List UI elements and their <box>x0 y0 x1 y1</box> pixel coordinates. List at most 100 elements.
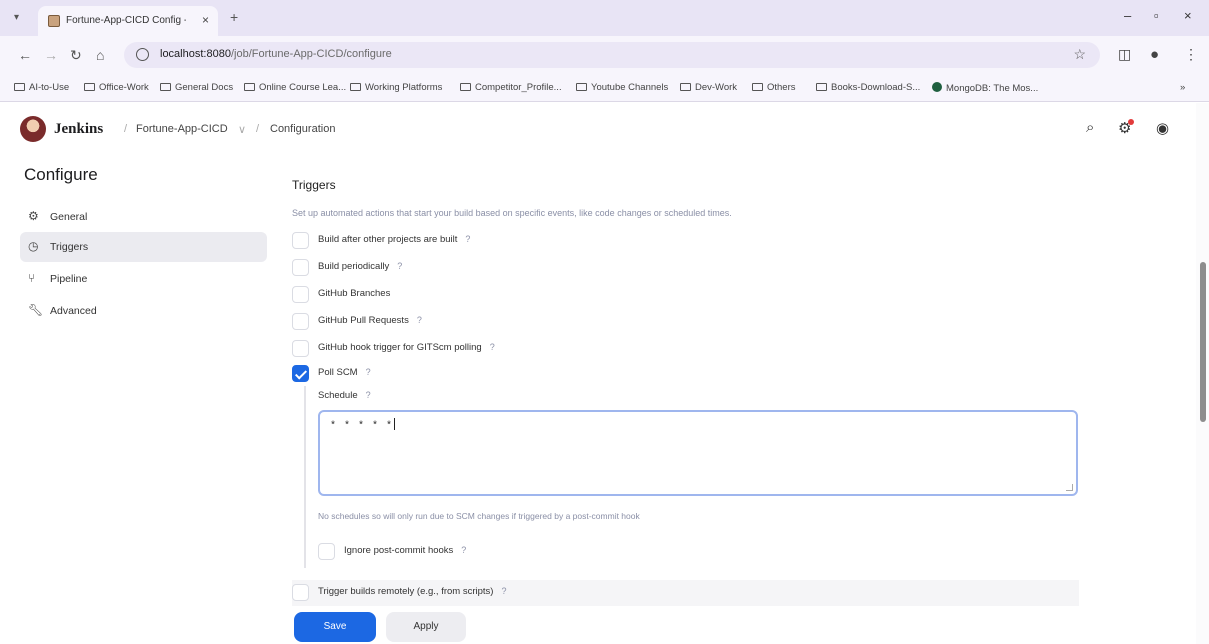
section-description: Set up automated actions that start your… <box>292 208 732 218</box>
bookmark-folder[interactable]: General Docs <box>160 82 233 93</box>
checkbox-checked[interactable] <box>292 365 309 382</box>
schedule-label: Schedule? <box>318 390 371 401</box>
trigger-option-label: Build after other projects are built <box>318 234 458 245</box>
sidebar-item-pipeline[interactable]: ⑂ Pipeline <box>20 264 267 294</box>
section-title: Triggers <box>292 178 336 192</box>
folder-icon <box>460 83 471 91</box>
help-icon[interactable]: ? <box>417 315 422 325</box>
bookmark-folder[interactable]: Youtube Channels <box>576 82 668 93</box>
schedule-textarea[interactable]: * * * * * <box>318 410 1078 496</box>
bookmark-folder[interactable]: Online Course Lea... <box>244 82 346 93</box>
sidebar-item-label: Triggers <box>50 241 89 253</box>
folder-icon <box>84 83 95 91</box>
trigger-option-label: GitHub Pull Requests <box>318 315 409 326</box>
checkbox[interactable] <box>318 543 335 560</box>
browser-toolbar: ← → ↻ ⌂ localhost:8080/job/Fortune-App-C… <box>0 36 1209 74</box>
folder-icon <box>816 83 827 91</box>
help-icon[interactable]: ? <box>490 342 495 352</box>
help-icon[interactable]: ? <box>461 545 466 555</box>
gear-icon: ⚙ <box>28 209 39 223</box>
reload-icon[interactable]: ↻ <box>70 47 82 64</box>
breadcrumb-job[interactable]: Fortune-App-CICD <box>136 123 228 135</box>
sidebar-item-label: Advanced <box>50 305 97 317</box>
save-button[interactable]: Save <box>294 612 376 642</box>
wrench-icon: 🔧︎ <box>28 303 44 317</box>
site-info-icon[interactable] <box>136 48 149 61</box>
mongodb-icon <box>932 82 942 92</box>
trigger-option-label: Poll SCM <box>318 367 358 378</box>
help-icon[interactable]: ? <box>501 586 506 596</box>
sidebar-item-advanced[interactable]: 🔧︎ Advanced <box>20 296 267 326</box>
breadcrumb-configuration[interactable]: Configuration <box>270 123 335 135</box>
apply-button[interactable]: Apply <box>386 612 466 642</box>
help-icon[interactable]: ? <box>465 234 470 244</box>
sidebar-item-label: Pipeline <box>50 273 88 285</box>
bookmark-star-icon[interactable]: ☆ <box>1073 46 1086 63</box>
tab-search-icon[interactable]: ▾ <box>14 12 19 23</box>
bookmark-folder[interactable]: Others <box>752 82 796 93</box>
home-icon[interactable]: ⌂ <box>96 47 104 63</box>
folder-icon <box>244 83 255 91</box>
breadcrumb-separator: / <box>124 123 128 135</box>
bookmarks-bar: AI-to-Use Office-Work General Docs Onlin… <box>0 74 1209 102</box>
minimize-icon[interactable]: – <box>1124 8 1131 23</box>
checkbox[interactable] <box>292 286 309 303</box>
help-icon[interactable]: ? <box>366 390 371 400</box>
bookmarks-overflow-icon[interactable]: » <box>1180 82 1185 93</box>
trigger-option-label: Trigger builds remotely (e.g., from scri… <box>318 586 494 597</box>
folder-icon <box>160 83 171 91</box>
close-window-icon[interactable]: × <box>1184 8 1192 23</box>
nested-section-bar <box>304 386 306 568</box>
folder-icon <box>14 83 25 91</box>
extensions-icon[interactable]: ◫ <box>1118 46 1131 63</box>
help-icon[interactable]: ? <box>397 261 402 271</box>
user-account-icon[interactable]: ◉ <box>1156 119 1169 137</box>
clock-icon: ◷ <box>28 239 39 253</box>
schedule-value: * * * * * <box>330 418 396 432</box>
ignore-post-commit-label: Ignore post-commit hooks <box>344 545 454 556</box>
browser-tab[interactable]: Fortune-App-CICD Config - Je × <box>38 6 218 36</box>
profile-icon[interactable]: ● <box>1150 46 1159 63</box>
pipeline-icon: ⑂ <box>28 271 36 285</box>
bookmark-folder[interactable]: Books-Download-S... <box>816 82 920 93</box>
checkbox[interactable] <box>292 584 309 601</box>
chevron-down-icon[interactable]: ∨ <box>238 123 246 136</box>
bookmark-folder[interactable]: AI-to-Use <box>14 82 69 93</box>
page-title: Configure <box>24 165 98 184</box>
folder-icon <box>752 83 763 91</box>
schedule-note: No schedules so will only run due to SCM… <box>318 511 640 521</box>
sidebar-item-triggers[interactable]: ◷ Triggers <box>20 232 267 262</box>
bookmark-folder[interactable]: Dev-Work <box>680 82 737 93</box>
checkbox[interactable] <box>292 232 309 249</box>
checkbox[interactable] <box>292 259 309 276</box>
address-url: localhost:8080/job/Fortune-App-CICD/conf… <box>160 48 392 60</box>
browser-menu-icon[interactable]: ⋮ <box>1184 46 1198 63</box>
address-bar[interactable]: localhost:8080/job/Fortune-App-CICD/conf… <box>124 42 1100 68</box>
checkbox[interactable] <box>292 340 309 357</box>
sidebar-item-label: General <box>50 211 88 223</box>
checkbox[interactable] <box>292 313 309 330</box>
forward-icon[interactable]: → <box>44 47 58 63</box>
bookmark-folder[interactable]: Working Platforms <box>350 82 442 93</box>
bookmark-link[interactable]: MongoDB: The Mos... <box>932 82 1038 94</box>
jenkins-favicon-icon <box>48 15 60 27</box>
tab-title: Fortune-App-CICD Config - Je <box>66 15 186 26</box>
jenkins-brand[interactable]: Jenkins <box>54 121 103 138</box>
back-icon[interactable]: ← <box>18 47 32 63</box>
trigger-option-label: GitHub hook trigger for GITScm polling <box>318 342 482 353</box>
maximize-icon[interactable]: ▫ <box>1154 8 1159 23</box>
scrollbar-thumb[interactable] <box>1200 262 1206 422</box>
trigger-option-label: GitHub Branches <box>318 288 391 299</box>
browser-tabstrip: ▾ Fortune-App-CICD Config - Je × + – ▫ × <box>0 0 1209 36</box>
jenkins-logo-icon[interactable] <box>20 116 46 142</box>
search-icon[interactable]: ⌕ <box>1086 119 1094 136</box>
folder-icon <box>680 83 691 91</box>
close-tab-icon[interactable]: × <box>202 13 209 27</box>
notification-dot <box>1128 119 1134 125</box>
new-tab-icon[interactable]: + <box>230 9 238 25</box>
bookmark-folder[interactable]: Competitor_Profile... <box>460 82 562 93</box>
resize-handle-icon[interactable] <box>1066 484 1073 491</box>
bookmark-folder[interactable]: Office-Work <box>84 82 149 93</box>
sidebar-item-general[interactable]: ⚙ General <box>20 202 267 232</box>
help-icon[interactable]: ? <box>366 367 371 377</box>
